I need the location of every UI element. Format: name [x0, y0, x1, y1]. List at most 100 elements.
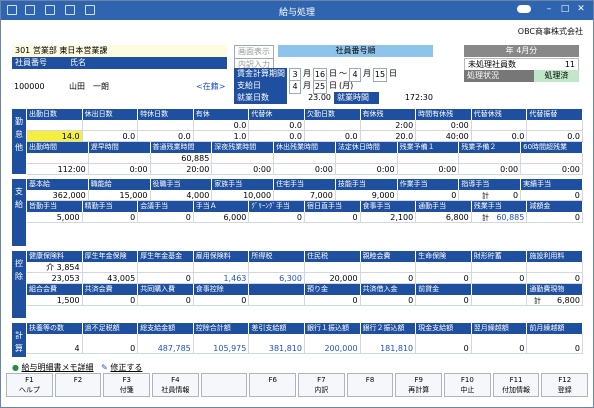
sort-order[interactable]: 社員番号順 — [278, 45, 433, 57]
value-cell[interactable]: 0 — [138, 212, 194, 223]
fkey-button-9[interactable]: F9 再計算 — [395, 373, 443, 397]
value-cell[interactable] — [249, 295, 305, 306]
value-cell[interactable]: 0 — [527, 212, 583, 223]
fkey-button-5[interactable] — [200, 373, 248, 397]
value-cell[interactable]: 0:00 — [416, 120, 472, 131]
value-cell[interactable] — [527, 262, 583, 273]
value-cell[interactable]: 0 — [82, 212, 139, 223]
fkey-button-3[interactable]: F3 付箋 — [103, 373, 151, 397]
value-cell[interactable]: 0 — [471, 334, 528, 354]
value-cell[interactable]: 0 — [138, 295, 194, 306]
value-cell[interactable]: 0 — [416, 273, 472, 284]
value-cell[interactable]: 20:00 — [150, 164, 213, 175]
value-cell[interactable]: 362,000 — [27, 190, 89, 201]
value-cell[interactable]: 487,785 — [138, 334, 194, 354]
value-cell[interactable]: 0 — [304, 212, 361, 223]
value-cell[interactable]: 0 — [249, 212, 305, 223]
value-cell[interactable]: 1,463 — [193, 273, 250, 284]
fkey-button-11[interactable]: F11 付加情報 — [492, 373, 540, 397]
value-cell[interactable] — [138, 120, 194, 131]
value-cell[interactable]: 0 — [459, 190, 522, 201]
value-cell[interactable]: 0 — [193, 295, 250, 306]
value-cell[interactable]: 0 — [527, 334, 583, 354]
value-cell[interactable] — [471, 262, 528, 273]
value-cell[interactable] — [274, 153, 336, 164]
value-cell[interactable]: 40:00 — [416, 131, 472, 142]
value-cell[interactable] — [471, 295, 528, 306]
value-cell[interactable]: 9,000 — [335, 190, 398, 201]
maximize-button[interactable]: □ — [559, 3, 571, 15]
value-cell[interactable]: 200,000 — [304, 334, 361, 354]
value-cell[interactable]: 0 — [360, 273, 417, 284]
minimize-button[interactable]: – — [543, 3, 555, 15]
value-cell[interactable]: 0 — [397, 190, 460, 201]
value-cell[interactable]: 6,800 — [416, 212, 472, 223]
value-cell[interactable] — [416, 262, 472, 273]
value-cell[interactable]: 0.0 — [249, 131, 305, 142]
value-cell[interactable]: 0:00 — [212, 164, 275, 175]
value-cell[interactable]: 4 — [27, 334, 83, 354]
value-cell[interactable]: 0 — [471, 273, 528, 284]
fkey-button-8[interactable]: F8 — [346, 373, 394, 397]
value-cell[interactable]: 60,885 — [150, 153, 213, 164]
value-cell[interactable] — [521, 153, 583, 164]
value-cell[interactable]: 181,810 — [360, 334, 417, 354]
display-button[interactable]: 画面表示 — [234, 45, 274, 59]
value-cell[interactable]: 15,000 — [88, 190, 151, 201]
value-cell[interactable]: 0 — [416, 334, 472, 354]
fkey-button-4[interactable]: F4 社員情報 — [152, 373, 199, 397]
value-cell[interactable]: 6,300 — [249, 273, 305, 284]
value-cell[interactable] — [459, 153, 522, 164]
value-cell[interactable]: 2,100 — [360, 212, 417, 223]
value-cell[interactable]: 6,000 — [193, 212, 250, 223]
value-cell[interactable]: 0.0 — [82, 131, 139, 142]
close-button[interactable]: ✕ — [575, 3, 587, 15]
fkey-button-10[interactable]: F10 中止 — [444, 373, 491, 397]
value-cell[interactable]: 1,500 — [27, 295, 83, 306]
fkey-button-2[interactable]: F2 — [54, 373, 102, 397]
value-cell[interactable]: 381,810 — [249, 334, 305, 354]
edit-link[interactable]: 修正する — [110, 363, 142, 372]
value-cell[interactable]: 14.0 — [27, 131, 83, 142]
value-cell[interactable]: 0:00 — [88, 164, 151, 175]
value-cell[interactable]: 20,000 — [304, 273, 361, 284]
value-cell[interactable] — [397, 153, 460, 164]
value-cell[interactable]: 0.0 — [249, 120, 305, 131]
value-cell[interactable]: 20.0 — [360, 131, 417, 142]
value-cell[interactable] — [27, 120, 83, 131]
value-cell[interactable] — [304, 262, 361, 273]
value-cell[interactable]: 2:00 — [360, 120, 417, 131]
value-cell[interactable]: 介 3,854 — [27, 262, 83, 273]
memo-detail-link[interactable]: 給与明細書メモ詳細 — [22, 363, 94, 372]
value-cell[interactable]: 0 — [416, 295, 472, 306]
value-cell[interactable]: 0 — [82, 334, 139, 354]
value-cell[interactable]: 7,000 — [274, 190, 336, 201]
value-cell[interactable]: 0:00 — [274, 164, 336, 175]
value-cell[interactable]: 23,053 — [27, 273, 83, 284]
value-cell[interactable]: 0 — [138, 273, 194, 284]
value-cell[interactable] — [249, 262, 305, 273]
fkey-button-7[interactable]: F7 内訳 — [298, 373, 345, 397]
value-cell[interactable]: 10,000 — [212, 190, 275, 201]
value-cell[interactable]: 0 — [360, 295, 417, 306]
value-cell[interactable]: 105,975 — [193, 334, 250, 354]
value-cell[interactable] — [193, 262, 250, 273]
value-cell[interactable]: 5,000 — [27, 212, 83, 223]
value-cell[interactable] — [527, 120, 583, 131]
value-cell[interactable] — [27, 153, 89, 164]
value-cell[interactable]: 0.0 — [138, 131, 194, 142]
value-cell[interactable]: 0:00 — [335, 164, 398, 175]
value-cell[interactable]: 4,000 — [150, 190, 213, 201]
value-cell[interactable]: 112:00 — [27, 164, 89, 175]
value-cell[interactable]: 0:00 — [521, 164, 583, 175]
value-cell[interactable]: 43,005 — [82, 273, 139, 284]
value-cell[interactable]: 60,885 — [471, 212, 528, 223]
value-cell[interactable] — [471, 120, 528, 131]
value-cell[interactable]: 0.0 — [304, 131, 361, 142]
value-cell[interactable] — [88, 153, 151, 164]
value-cell[interactable] — [138, 262, 194, 273]
value-cell[interactable]: 1.0 — [193, 131, 250, 142]
fkey-button-6[interactable]: F6 — [249, 373, 297, 397]
value-cell[interactable]: 0.0 — [527, 131, 583, 142]
value-cell[interactable] — [82, 262, 139, 273]
